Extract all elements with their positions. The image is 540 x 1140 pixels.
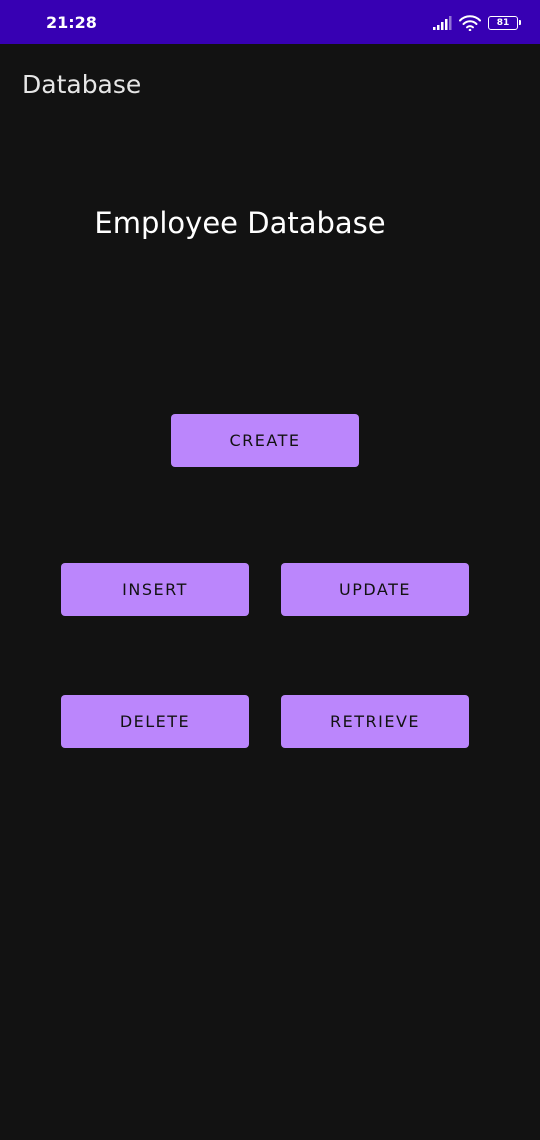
battery-level: 81 [496,18,510,28]
update-button[interactable]: UPDATE [281,563,469,616]
signal-icon [433,16,452,30]
page-heading: Employee Database [94,206,386,240]
wifi-icon [459,15,481,31]
battery-icon: 81 [488,16,521,30]
app-bar: Database [0,44,540,124]
delete-button[interactable]: DELETE [61,695,249,748]
app-title: Database [22,70,142,99]
create-button[interactable]: CREATE [171,414,359,467]
retrieve-button[interactable]: RETRIEVE [281,695,469,748]
status-icons: 81 [432,13,521,33]
status-bar: 21:28 81 [0,0,540,44]
insert-button[interactable]: INSERT [61,563,249,616]
status-time: 21:28 [46,13,97,32]
